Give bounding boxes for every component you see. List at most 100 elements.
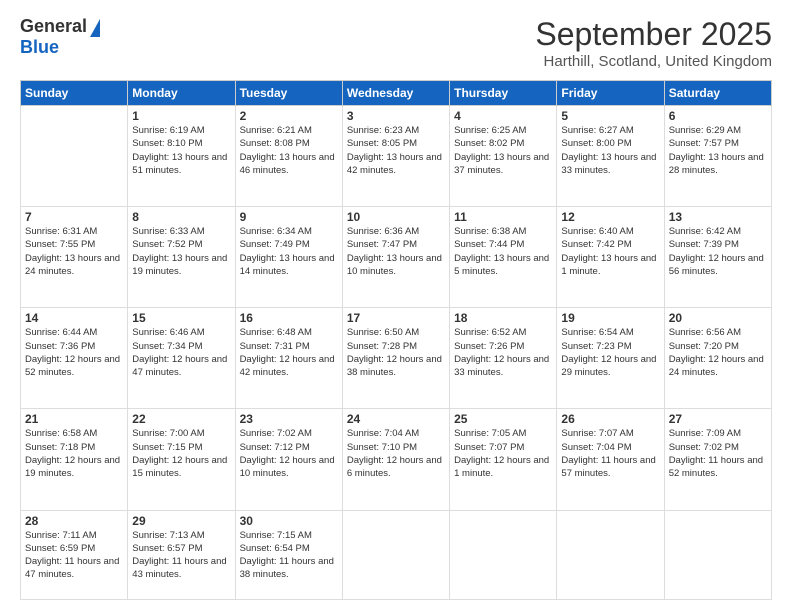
cell-4-0: 28Sunrise: 7:11 AMSunset: 6:59 PMDayligh… (21, 510, 128, 600)
day-info-1-4: Sunrise: 6:38 AMSunset: 7:44 PMDaylight:… (454, 225, 552, 278)
day-info-0-3: Sunrise: 6:23 AMSunset: 8:05 PMDaylight:… (347, 124, 445, 177)
day-number-2-6: 20 (669, 311, 767, 325)
week-row-3: 21Sunrise: 6:58 AMSunset: 7:18 PMDayligh… (21, 409, 772, 510)
day-number-0-5: 5 (561, 109, 659, 123)
day-info-4-0: Sunrise: 7:11 AMSunset: 6:59 PMDaylight:… (25, 529, 123, 582)
day-info-4-1: Sunrise: 7:13 AMSunset: 6:57 PMDaylight:… (132, 529, 230, 582)
day-number-3-3: 24 (347, 412, 445, 426)
header-tuesday: Tuesday (235, 81, 342, 106)
cell-0-4: 4Sunrise: 6:25 AMSunset: 8:02 PMDaylight… (450, 106, 557, 207)
cell-2-1: 15Sunrise: 6:46 AMSunset: 7:34 PMDayligh… (128, 308, 235, 409)
day-number-3-6: 27 (669, 412, 767, 426)
week-row-0: 1Sunrise: 6:19 AMSunset: 8:10 PMDaylight… (21, 106, 772, 207)
day-number-3-5: 26 (561, 412, 659, 426)
day-info-4-2: Sunrise: 7:15 AMSunset: 6:54 PMDaylight:… (240, 529, 338, 582)
cell-3-5: 26Sunrise: 7:07 AMSunset: 7:04 PMDayligh… (557, 409, 664, 510)
day-info-0-2: Sunrise: 6:21 AMSunset: 8:08 PMDaylight:… (240, 124, 338, 177)
day-info-2-2: Sunrise: 6:48 AMSunset: 7:31 PMDaylight:… (240, 326, 338, 379)
month-title: September 2025 (535, 16, 772, 53)
cell-4-1: 29Sunrise: 7:13 AMSunset: 6:57 PMDayligh… (128, 510, 235, 600)
day-info-3-0: Sunrise: 6:58 AMSunset: 7:18 PMDaylight:… (25, 427, 123, 480)
title-section: September 2025 Harthill, Scotland, Unite… (535, 16, 772, 70)
cell-1-0: 7Sunrise: 6:31 AMSunset: 7:55 PMDaylight… (21, 207, 128, 308)
cell-1-5: 12Sunrise: 6:40 AMSunset: 7:42 PMDayligh… (557, 207, 664, 308)
cell-4-3 (342, 510, 449, 600)
day-info-1-5: Sunrise: 6:40 AMSunset: 7:42 PMDaylight:… (561, 225, 659, 278)
day-info-2-4: Sunrise: 6:52 AMSunset: 7:26 PMDaylight:… (454, 326, 552, 379)
day-number-3-0: 21 (25, 412, 123, 426)
day-info-0-5: Sunrise: 6:27 AMSunset: 8:00 PMDaylight:… (561, 124, 659, 177)
day-number-4-2: 30 (240, 514, 338, 528)
cell-3-4: 25Sunrise: 7:05 AMSunset: 7:07 PMDayligh… (450, 409, 557, 510)
header-wednesday: Wednesday (342, 81, 449, 106)
cell-4-4 (450, 510, 557, 600)
day-info-2-0: Sunrise: 6:44 AMSunset: 7:36 PMDaylight:… (25, 326, 123, 379)
cell-1-1: 8Sunrise: 6:33 AMSunset: 7:52 PMDaylight… (128, 207, 235, 308)
header: General Blue September 2025 Harthill, Sc… (20, 16, 772, 70)
cell-1-3: 10Sunrise: 6:36 AMSunset: 7:47 PMDayligh… (342, 207, 449, 308)
day-number-0-6: 6 (669, 109, 767, 123)
day-number-4-1: 29 (132, 514, 230, 528)
cell-3-6: 27Sunrise: 7:09 AMSunset: 7:02 PMDayligh… (664, 409, 771, 510)
cell-0-5: 5Sunrise: 6:27 AMSunset: 8:00 PMDaylight… (557, 106, 664, 207)
cell-3-0: 21Sunrise: 6:58 AMSunset: 7:18 PMDayligh… (21, 409, 128, 510)
day-info-3-1: Sunrise: 7:00 AMSunset: 7:15 PMDaylight:… (132, 427, 230, 480)
cell-2-5: 19Sunrise: 6:54 AMSunset: 7:23 PMDayligh… (557, 308, 664, 409)
cell-3-2: 23Sunrise: 7:02 AMSunset: 7:12 PMDayligh… (235, 409, 342, 510)
day-info-2-6: Sunrise: 6:56 AMSunset: 7:20 PMDaylight:… (669, 326, 767, 379)
cell-2-6: 20Sunrise: 6:56 AMSunset: 7:20 PMDayligh… (664, 308, 771, 409)
day-number-0-1: 1 (132, 109, 230, 123)
day-number-3-2: 23 (240, 412, 338, 426)
week-row-1: 7Sunrise: 6:31 AMSunset: 7:55 PMDaylight… (21, 207, 772, 308)
cell-3-1: 22Sunrise: 7:00 AMSunset: 7:15 PMDayligh… (128, 409, 235, 510)
location: Harthill, Scotland, United Kingdom (535, 53, 772, 70)
day-info-1-3: Sunrise: 6:36 AMSunset: 7:47 PMDaylight:… (347, 225, 445, 278)
day-number-1-3: 10 (347, 210, 445, 224)
cell-0-1: 1Sunrise: 6:19 AMSunset: 8:10 PMDaylight… (128, 106, 235, 207)
day-info-0-1: Sunrise: 6:19 AMSunset: 8:10 PMDaylight:… (132, 124, 230, 177)
cell-0-0 (21, 106, 128, 207)
page: General Blue September 2025 Harthill, Sc… (0, 0, 792, 612)
day-number-0-4: 4 (454, 109, 552, 123)
cell-0-6: 6Sunrise: 6:29 AMSunset: 7:57 PMDaylight… (664, 106, 771, 207)
day-number-0-2: 2 (240, 109, 338, 123)
cell-0-3: 3Sunrise: 6:23 AMSunset: 8:05 PMDaylight… (342, 106, 449, 207)
day-number-4-0: 28 (25, 514, 123, 528)
day-number-2-0: 14 (25, 311, 123, 325)
cell-0-2: 2Sunrise: 6:21 AMSunset: 8:08 PMDaylight… (235, 106, 342, 207)
day-info-2-1: Sunrise: 6:46 AMSunset: 7:34 PMDaylight:… (132, 326, 230, 379)
cell-1-4: 11Sunrise: 6:38 AMSunset: 7:44 PMDayligh… (450, 207, 557, 308)
day-info-3-2: Sunrise: 7:02 AMSunset: 7:12 PMDaylight:… (240, 427, 338, 480)
day-number-1-4: 11 (454, 210, 552, 224)
cell-4-2: 30Sunrise: 7:15 AMSunset: 6:54 PMDayligh… (235, 510, 342, 600)
day-number-2-4: 18 (454, 311, 552, 325)
logo-blue-text: Blue (20, 37, 59, 58)
day-info-3-5: Sunrise: 7:07 AMSunset: 7:04 PMDaylight:… (561, 427, 659, 480)
cell-2-2: 16Sunrise: 6:48 AMSunset: 7:31 PMDayligh… (235, 308, 342, 409)
day-info-3-4: Sunrise: 7:05 AMSunset: 7:07 PMDaylight:… (454, 427, 552, 480)
cell-3-3: 24Sunrise: 7:04 AMSunset: 7:10 PMDayligh… (342, 409, 449, 510)
header-thursday: Thursday (450, 81, 557, 106)
calendar-table: Sunday Monday Tuesday Wednesday Thursday… (20, 80, 772, 600)
cell-1-2: 9Sunrise: 6:34 AMSunset: 7:49 PMDaylight… (235, 207, 342, 308)
logo-triangle-icon (90, 19, 100, 37)
day-number-1-1: 8 (132, 210, 230, 224)
header-saturday: Saturday (664, 81, 771, 106)
day-number-2-5: 19 (561, 311, 659, 325)
day-number-1-0: 7 (25, 210, 123, 224)
day-number-2-2: 16 (240, 311, 338, 325)
day-info-2-5: Sunrise: 6:54 AMSunset: 7:23 PMDaylight:… (561, 326, 659, 379)
day-info-0-6: Sunrise: 6:29 AMSunset: 7:57 PMDaylight:… (669, 124, 767, 177)
cell-2-3: 17Sunrise: 6:50 AMSunset: 7:28 PMDayligh… (342, 308, 449, 409)
day-info-3-3: Sunrise: 7:04 AMSunset: 7:10 PMDaylight:… (347, 427, 445, 480)
header-sunday: Sunday (21, 81, 128, 106)
logo-general-text: General (20, 16, 87, 37)
day-info-1-1: Sunrise: 6:33 AMSunset: 7:52 PMDaylight:… (132, 225, 230, 278)
day-info-1-0: Sunrise: 6:31 AMSunset: 7:55 PMDaylight:… (25, 225, 123, 278)
day-info-3-6: Sunrise: 7:09 AMSunset: 7:02 PMDaylight:… (669, 427, 767, 480)
day-info-1-2: Sunrise: 6:34 AMSunset: 7:49 PMDaylight:… (240, 225, 338, 278)
day-number-0-3: 3 (347, 109, 445, 123)
day-number-1-6: 13 (669, 210, 767, 224)
header-friday: Friday (557, 81, 664, 106)
cell-2-4: 18Sunrise: 6:52 AMSunset: 7:26 PMDayligh… (450, 308, 557, 409)
